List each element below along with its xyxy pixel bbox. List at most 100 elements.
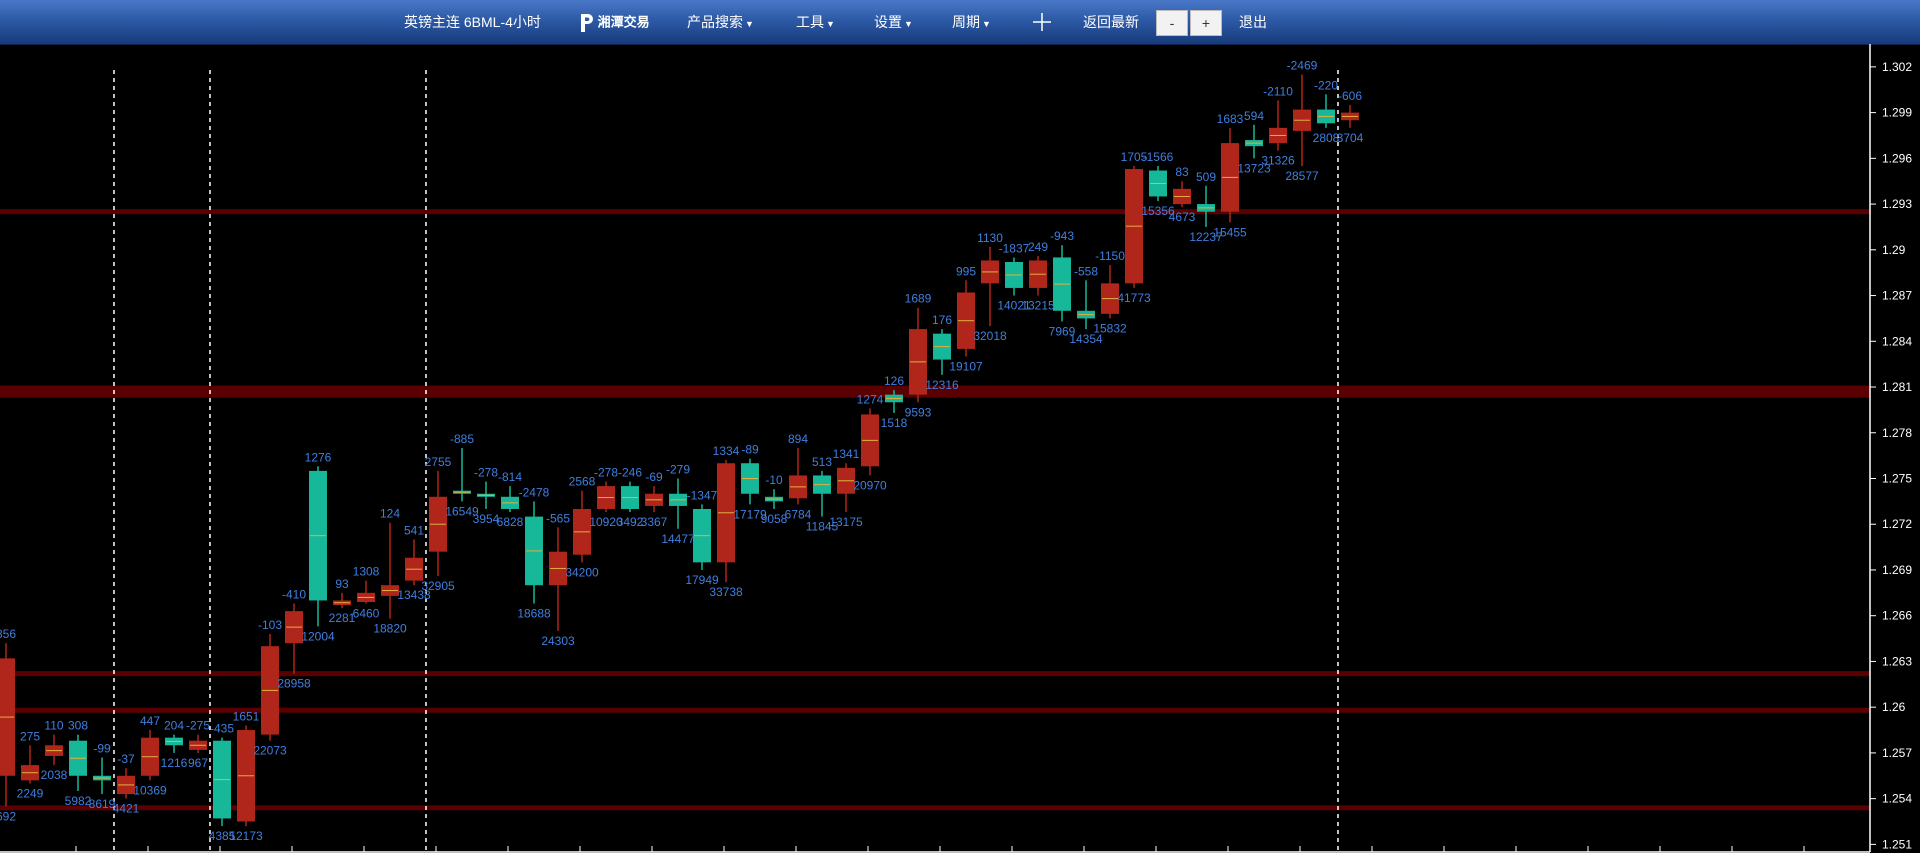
- menu-product-search[interactable]: 产品搜索 ▼: [687, 0, 754, 44]
- candle-top-label: -1150: [1095, 249, 1125, 263]
- support-resistance-lines: [0, 209, 1870, 811]
- candle-bottom-label: 2038: [41, 768, 68, 782]
- candle-bottom-label: 28577: [1285, 169, 1319, 183]
- y-tick-label: 1.266: [1882, 609, 1912, 623]
- candle-bottom-label: 28958: [277, 677, 311, 691]
- candle-top-label: -606: [1338, 89, 1362, 103]
- candle-bottom-label: 18820: [373, 622, 407, 636]
- candle-bottom-label: 4673: [1169, 210, 1196, 224]
- y-tick-label: 1.284: [1882, 334, 1912, 348]
- candle-bottom-label: 2281: [329, 611, 356, 625]
- y-tick-label: 1.254: [1882, 792, 1912, 806]
- candle-top-label: -99: [93, 741, 111, 755]
- candle-top-label: 204: [164, 719, 184, 733]
- candle-bottom-label: 13175: [829, 515, 863, 529]
- y-tick-label: 1.269: [1882, 563, 1912, 577]
- candle-bottom-label: 31326: [1261, 154, 1295, 168]
- exit-button[interactable]: 退出: [1239, 0, 1267, 44]
- zoom-out-button[interactable]: -: [1156, 10, 1188, 36]
- candle-bottom-label: 13215: [1021, 299, 1055, 313]
- menu-settings[interactable]: 设置 ▼: [874, 0, 913, 44]
- menu-period-label: 周期: [952, 14, 980, 30]
- back-to-latest-button[interactable]: 返回最新: [1083, 0, 1139, 44]
- candle-top-label: -565: [546, 511, 570, 525]
- candle-bottom-label: 12004: [301, 629, 335, 643]
- support-resistance-line: [0, 805, 1870, 811]
- candle-top-label: -1347: [687, 488, 718, 502]
- candle-top-label: -558: [1074, 264, 1098, 278]
- candle-top-label: 894: [788, 432, 808, 446]
- candle-bottom-label: 3704: [1337, 131, 1364, 145]
- zoom-in-button[interactable]: +: [1190, 10, 1222, 36]
- brand-logo: 湘潭交易: [578, 10, 650, 34]
- candle-top-label: -220: [1314, 78, 1338, 92]
- y-tick-label: 1.251: [1882, 837, 1912, 851]
- candle-top-label: 1651: [233, 709, 260, 723]
- support-resistance-line: [0, 707, 1870, 713]
- y-tick-label: 1.287: [1882, 289, 1912, 303]
- candle-bottom-label: 3954: [473, 512, 500, 526]
- candle-top-label: 1274: [857, 392, 884, 406]
- candle-top-label: 995: [956, 264, 976, 278]
- chevron-down-icon: ▼: [745, 19, 754, 29]
- menu-tools[interactable]: 工具 ▼: [796, 0, 835, 44]
- y-tick-label: 1.278: [1882, 426, 1912, 440]
- candle-bottom-label: 22073: [253, 744, 287, 758]
- y-tick-label: 1.257: [1882, 746, 1912, 760]
- candle-top-label: 110: [44, 719, 63, 733]
- candle-bottom-label: 41773: [1117, 291, 1151, 305]
- candle-top-label: -885: [450, 432, 474, 446]
- candle-top-label: 176: [932, 313, 952, 327]
- y-tick-label: 1.302: [1882, 60, 1912, 74]
- candle-top-label: -246: [618, 466, 642, 480]
- y-tick-label: 1.272: [1882, 517, 1912, 531]
- candle-top-label: -103: [258, 618, 282, 632]
- candle-bottom-label: 9058: [761, 512, 788, 526]
- candlestick-chart[interactable]: 856 692 275 2249 110 2038 308 5982 -99 8619 -37 442…: [0, 44, 1920, 853]
- candle-top-label: -814: [498, 470, 522, 484]
- candle-top-label: 1308: [353, 565, 380, 579]
- candle-top-label: 1276: [305, 450, 332, 464]
- menu-period[interactable]: 周期 ▼: [952, 0, 991, 44]
- candle-top-label: -89: [741, 443, 759, 457]
- candle-bottom-label: 15832: [1093, 321, 1127, 335]
- candle-bottom-label: 12316: [925, 378, 959, 392]
- y-tick-label: 1.263: [1882, 654, 1912, 668]
- candle-top-label: -69: [645, 470, 663, 484]
- y-tick-label: 1.29: [1882, 243, 1906, 257]
- candle-top-label: 83: [1175, 165, 1189, 179]
- price-axis: 1.302 1.299 1.296 1.293 1.29 1.287 1.284 1.281 1…: [0, 44, 1912, 853]
- candle-top-label: 856: [0, 627, 16, 641]
- candle-top-label: 249: [1028, 240, 1048, 254]
- candle-bottom-label: 9593: [905, 405, 932, 419]
- session-break-lines: [113, 70, 1339, 852]
- candle-bottom-label: 24303: [541, 634, 575, 648]
- candle-bottom-label: 34200: [565, 565, 599, 579]
- candle-top-label: 541: [404, 523, 424, 537]
- chevron-down-icon: ▼: [982, 19, 991, 29]
- candle-top-label: -2469: [1287, 58, 1318, 72]
- candle-top-label: 1683: [1217, 112, 1244, 126]
- logo-icon: [581, 13, 593, 32]
- candle-bottom-label: 32018: [973, 329, 1007, 343]
- chart-title: 英镑主连 6BML-4小时: [404, 14, 541, 30]
- candle-bottom-label: 14477: [661, 532, 695, 546]
- candle-top-label: 1341: [833, 447, 860, 461]
- candle-bottom-label: 19107: [949, 360, 983, 374]
- candle-bottom-label: 6460: [353, 607, 380, 621]
- candle-top-label: 2568: [569, 475, 596, 489]
- candle-top-label: -1566: [1143, 150, 1174, 164]
- candle-bottom-label: 4421: [113, 802, 140, 816]
- candle-top-label: -10: [765, 473, 783, 487]
- crosshair-icon[interactable]: [1032, 12, 1052, 32]
- candle-bottom-label: 1518: [881, 416, 908, 430]
- candle-top-label: 1334: [713, 444, 740, 458]
- candle-bottom-label: 5982: [65, 794, 92, 808]
- y-tick-label: 1.275: [1882, 471, 1912, 485]
- candle-bottom-label: 8619: [89, 797, 116, 811]
- candle-top-label: 2755: [425, 455, 452, 469]
- candle-bottom-label: 20970: [853, 478, 887, 492]
- candle-top-label: 93: [335, 577, 349, 591]
- candle-top-label: -279: [666, 462, 690, 476]
- candle-top-label: -278: [474, 466, 498, 480]
